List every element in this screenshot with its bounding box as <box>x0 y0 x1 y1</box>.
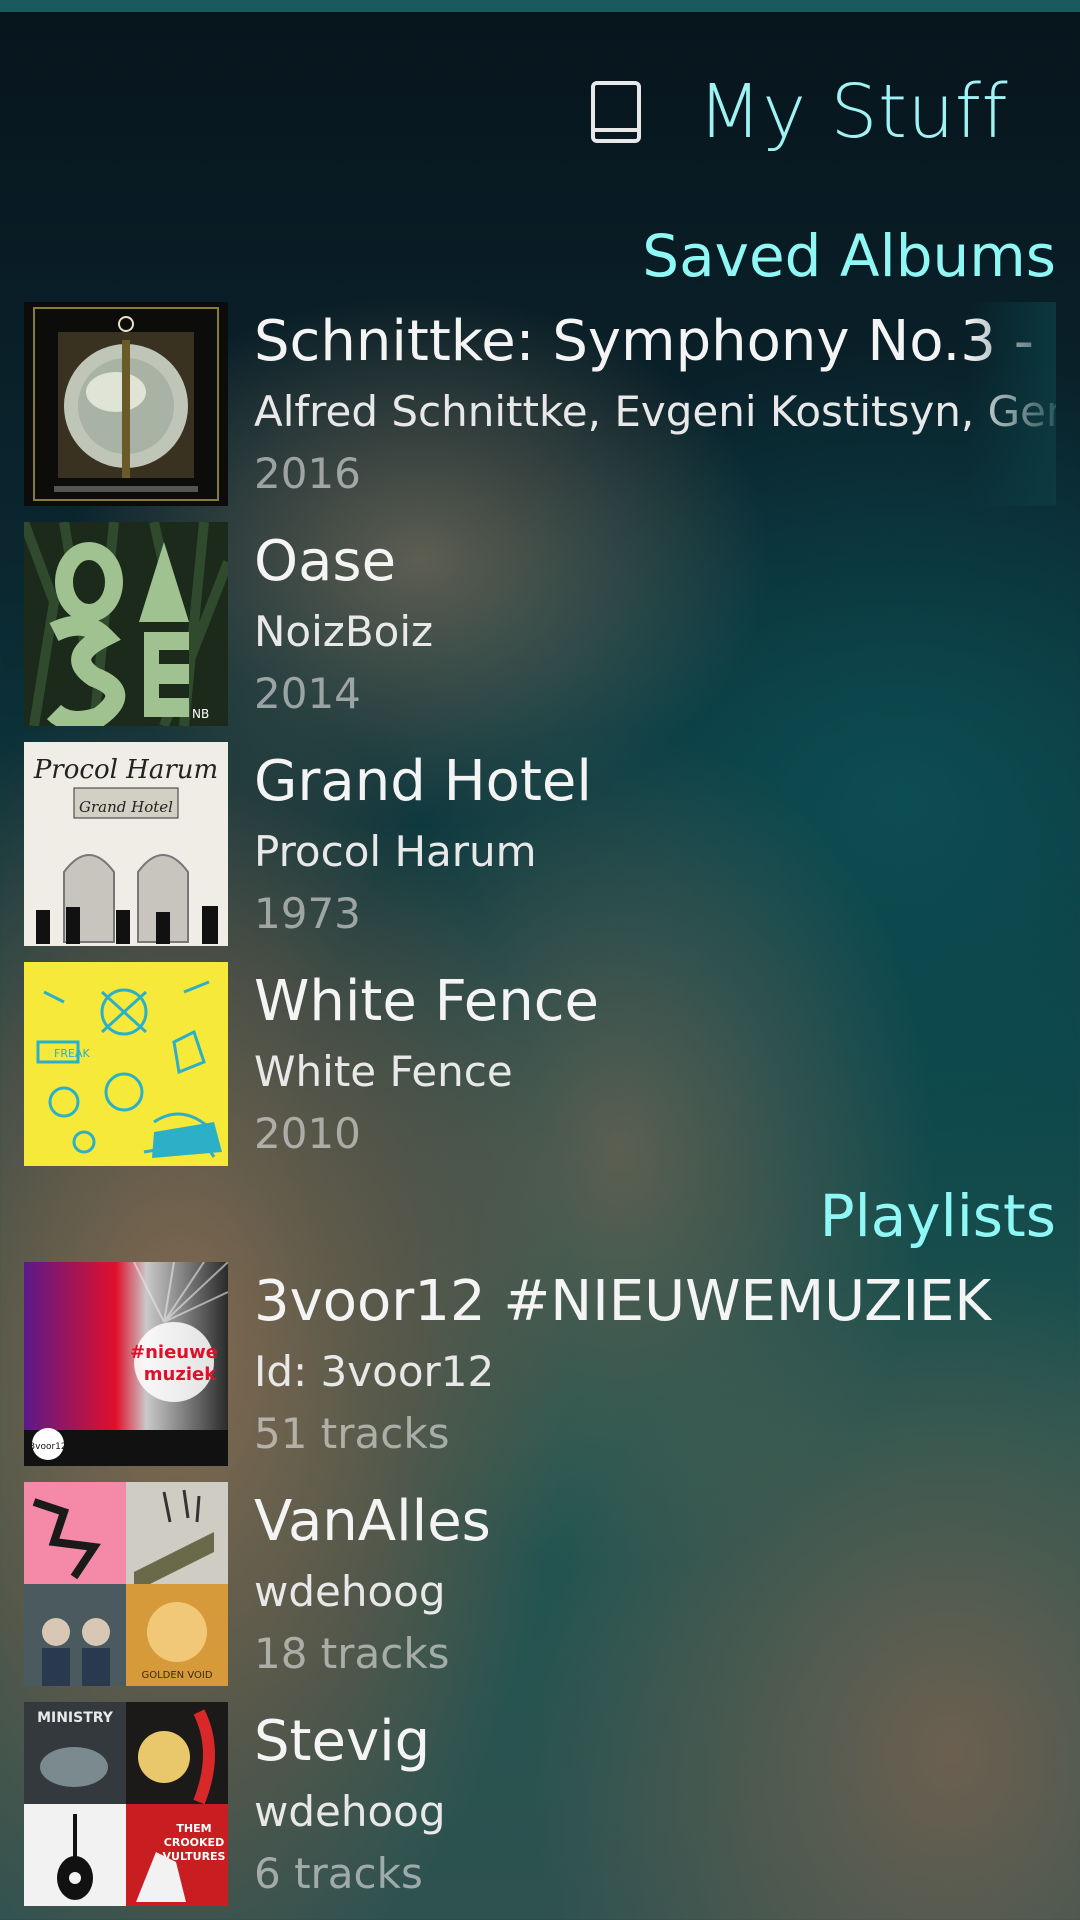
saved-albums-header: Saved Albums <box>642 222 1056 290</box>
album-title: Grand Hotel <box>254 749 592 814</box>
svg-text:muziek: muziek <box>144 1364 217 1385</box>
svg-text:Procol Harum: Procol Harum <box>33 755 218 785</box>
playlists-list: #nieuwe muziek 3voor12 3voor12 #NIEUWEMU… <box>0 1262 1080 1920</box>
playlists-header: Playlists <box>819 1182 1056 1250</box>
playlist-track-count: 6 tracks <box>254 1849 423 1898</box>
album-year: 1973 <box>254 889 361 938</box>
svg-text:GOLDEN VOID: GOLDEN VOID <box>141 1670 212 1681</box>
page-header: My Stuff <box>590 62 1008 162</box>
album-artist: Procol Harum <box>254 827 537 876</box>
album-year: 2010 <box>254 1109 361 1158</box>
album-item[interactable]: Schnittke: Symphony No.3 - Ko Alfred Sch… <box>0 302 1080 522</box>
album-artist: NoizBoiz <box>254 607 434 656</box>
album-artist: White Fence <box>254 1047 513 1096</box>
album-item[interactable]: FREAK White Fence White Fence 2010 <box>0 962 1080 1182</box>
album-artist: Alfred Schnittke, Evgeni Kostitsyn, Genn… <box>254 387 1056 436</box>
svg-text:MINISTRY: MINISTRY <box>37 1710 114 1726</box>
playlist-item[interactable]: GOLDEN VOID VanAlles wdehoog 18 tracks <box>0 1482 1080 1702</box>
text-fade <box>966 302 1056 506</box>
album-title: White Fence <box>254 969 599 1034</box>
book-icon <box>590 80 642 144</box>
playlist-owner: wdehoog <box>254 1787 446 1836</box>
playlist-title: 3voor12 #NIEUWEMUZIEK <box>254 1269 992 1334</box>
svg-text:Grand Hotel: Grand Hotel <box>79 798 173 816</box>
album-item[interactable]: NB Oase NoizBoiz 2014 <box>0 522 1080 742</box>
album-cover: FREAK <box>24 962 228 1166</box>
album-item[interactable]: Procol Harum Grand Hotel Grand Hotel Pro… <box>0 742 1080 962</box>
album-title: Schnittke: Symphony No.3 - Ko <box>254 309 1056 374</box>
playlist-title: VanAlles <box>254 1489 491 1554</box>
svg-text:#nieuwe: #nieuwe <box>130 1342 218 1363</box>
album-cover: Procol Harum Grand Hotel <box>24 742 228 946</box>
svg-text:CROOKED: CROOKED <box>164 1836 224 1849</box>
playlist-cover: GOLDEN VOID <box>24 1482 228 1686</box>
svg-text:3voor12: 3voor12 <box>29 1442 66 1452</box>
playlist-owner: wdehoog <box>254 1567 446 1616</box>
playlist-cover: MINISTRY THEM CROOKED VULTURES <box>24 1702 228 1906</box>
albums-list: Schnittke: Symphony No.3 - Ko Alfred Sch… <box>0 302 1080 1182</box>
svg-text:FREAK: FREAK <box>54 1047 90 1060</box>
playlist-item[interactable]: MINISTRY THEM CROOKED VULTURES Stevig wd… <box>0 1702 1080 1920</box>
playlist-item[interactable]: #nieuwe muziek 3voor12 3voor12 #NIEUWEMU… <box>0 1262 1080 1482</box>
album-year: 2016 <box>254 449 361 498</box>
svg-text:NB: NB <box>192 707 209 721</box>
playlist-track-count: 18 tracks <box>254 1629 450 1678</box>
page-title: My Stuff <box>697 69 1008 155</box>
album-year: 2014 <box>254 669 361 718</box>
svg-text:THEM: THEM <box>176 1822 211 1835</box>
album-title: Oase <box>254 529 397 594</box>
album-cover <box>24 302 228 506</box>
status-strip <box>0 0 1080 12</box>
album-cover: NB <box>24 522 228 726</box>
playlist-cover: #nieuwe muziek 3voor12 <box>24 1262 228 1466</box>
playlist-owner: Id: 3voor12 <box>254 1347 495 1396</box>
playlist-track-count: 51 tracks <box>254 1409 450 1458</box>
playlist-title: Stevig <box>254 1709 431 1774</box>
